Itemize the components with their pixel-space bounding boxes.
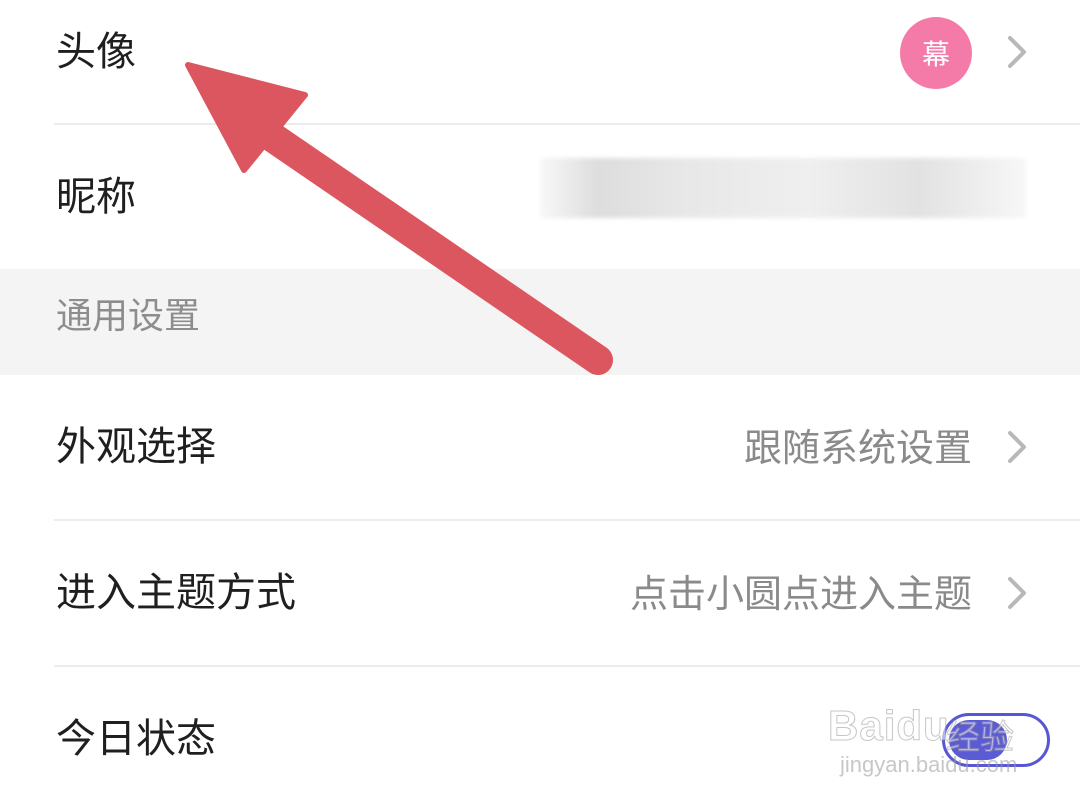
avatar[interactable]: 幕 <box>900 17 972 89</box>
today-status-label: 今日状态 <box>56 716 216 762</box>
theme-entry-row[interactable]: 进入主题方式 点击小圆点进入主题 <box>0 521 1080 665</box>
section-title: 通用设置 <box>56 296 201 337</box>
nickname-label: 昵称 <box>56 174 136 220</box>
avatar-row[interactable]: 头像 幕 <box>0 0 1080 124</box>
theme-entry-value: 点击小圆点进入主题 <box>629 572 972 616</box>
appearance-label: 外观选择 <box>56 424 216 470</box>
appearance-value: 跟随系统设置 <box>743 426 972 470</box>
nickname-value-blurred <box>540 158 1026 218</box>
theme-entry-label: 进入主题方式 <box>56 570 296 616</box>
chevron-right-icon <box>1008 431 1026 463</box>
appearance-row[interactable]: 外观选择 跟随系统设置 <box>0 375 1080 519</box>
chevron-right-icon <box>1008 577 1026 609</box>
watermark-brand: Baidu <box>828 702 950 750</box>
section-header-general: 通用设置 <box>0 269 1080 375</box>
watermark-url: jingyan.baidu.com <box>840 752 1018 777</box>
baidu-watermark: Baidu 经验 jingyan.baidu.com <box>828 690 1058 800</box>
chevron-right-icon <box>1008 36 1026 68</box>
avatar-label: 头像 <box>56 29 136 75</box>
